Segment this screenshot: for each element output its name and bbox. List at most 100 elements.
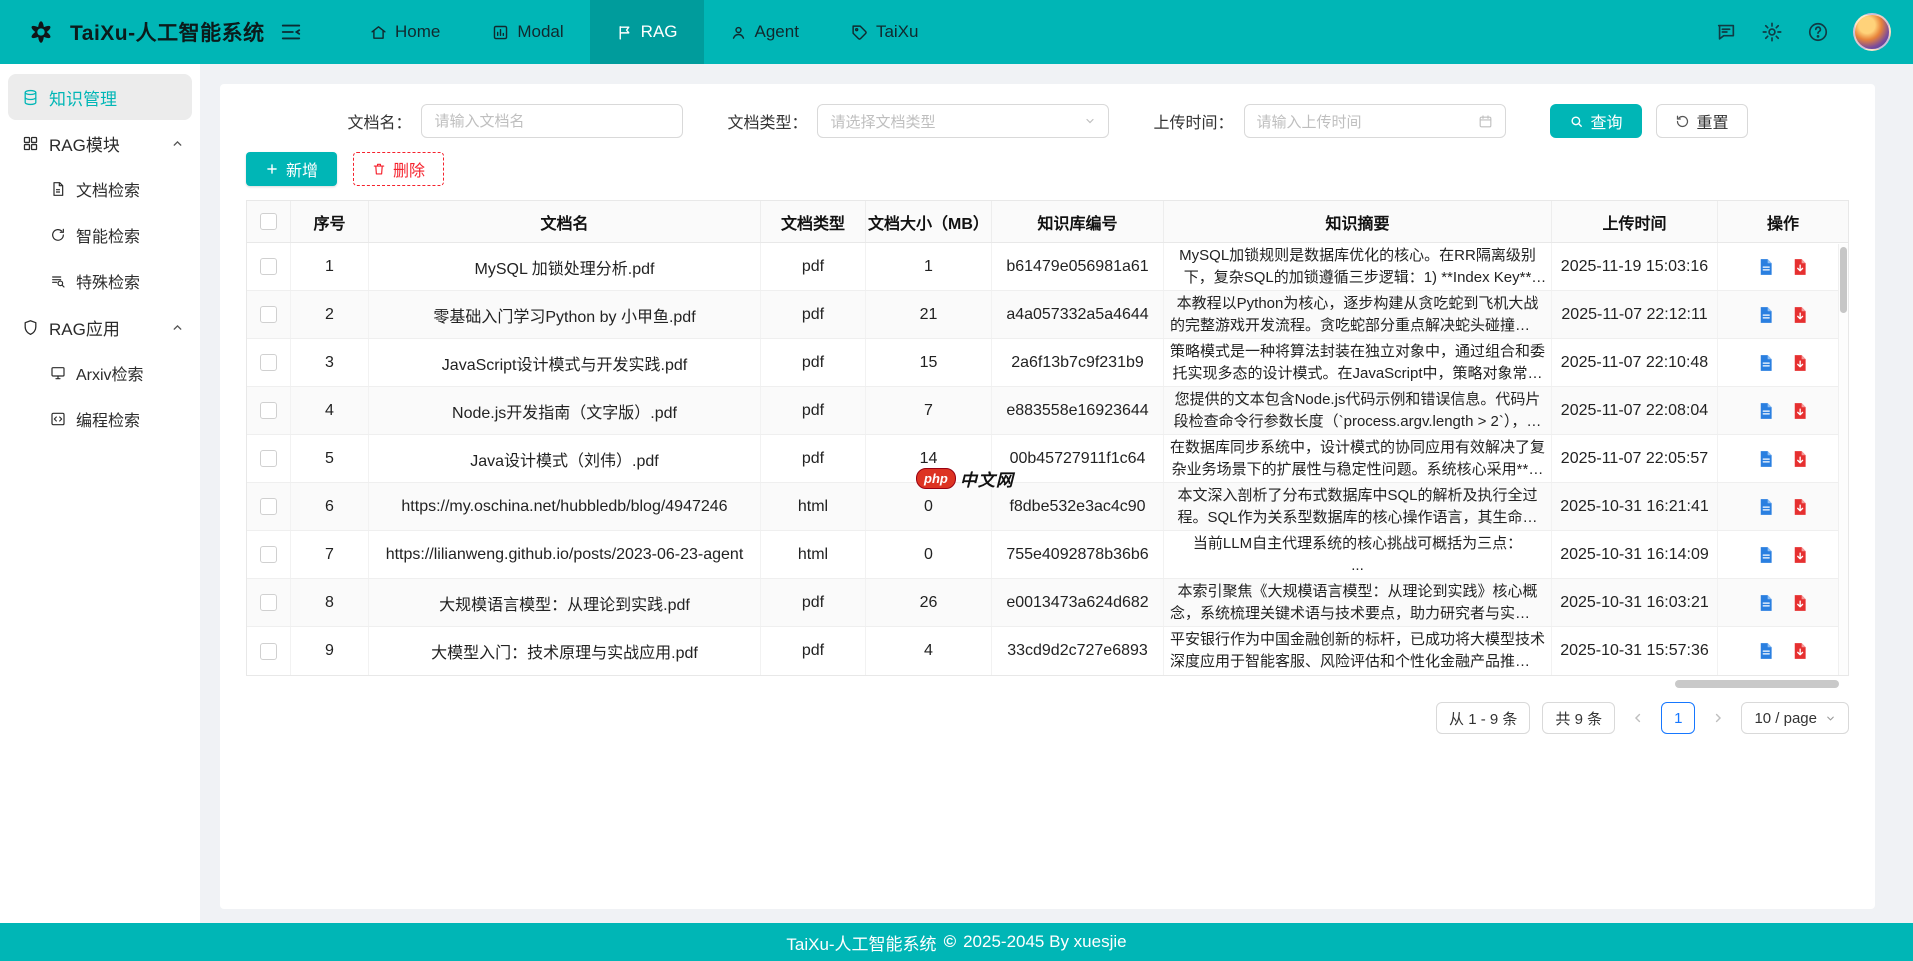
download-doc-icon[interactable] bbox=[1791, 498, 1809, 516]
plus-icon bbox=[265, 162, 279, 176]
cell-upload-time: 2025-10-31 16:14:09 bbox=[1552, 531, 1718, 578]
sidebar-item-arxiv-search[interactable]: Arxiv检索 bbox=[0, 350, 200, 396]
view-doc-icon[interactable] bbox=[1757, 354, 1775, 372]
delete-button[interactable]: 删除 bbox=[353, 152, 444, 186]
next-page-button[interactable] bbox=[1707, 711, 1729, 725]
row-checkbox[interactable] bbox=[260, 546, 277, 563]
row-checkbox[interactable] bbox=[260, 258, 277, 275]
row-checkbox-cell bbox=[247, 627, 291, 675]
download-doc-icon[interactable] bbox=[1791, 594, 1809, 612]
page-number-button[interactable]: 1 bbox=[1661, 702, 1695, 734]
chevron-up-icon bbox=[171, 321, 184, 334]
download-doc-icon[interactable] bbox=[1791, 642, 1809, 660]
cell-index: 5 bbox=[291, 435, 369, 482]
vertical-scrollbar[interactable] bbox=[1838, 244, 1848, 675]
sidebar-item-knowledge-management[interactable]: 知识管理 bbox=[8, 74, 192, 120]
refresh-icon bbox=[50, 227, 66, 243]
download-doc-icon[interactable] bbox=[1791, 354, 1809, 372]
doc-type-select[interactable]: 请选择文档类型 bbox=[817, 104, 1109, 138]
database-icon bbox=[22, 89, 39, 106]
upload-time-label: 上传时间： bbox=[1153, 109, 1233, 133]
view-doc-icon[interactable] bbox=[1757, 258, 1775, 276]
view-doc-icon[interactable] bbox=[1757, 450, 1775, 468]
table-row[interactable]: 9 大模型入门：技术原理与实战应用.pdf pdf 4 33cd9d2c727e… bbox=[247, 627, 1848, 675]
message-icon[interactable] bbox=[1715, 21, 1737, 43]
footer-brand: TaiXu-人工智能系统 bbox=[786, 930, 936, 955]
prev-page-button[interactable] bbox=[1627, 711, 1649, 725]
page-size-select[interactable]: 10 / page bbox=[1741, 702, 1849, 734]
download-doc-icon[interactable] bbox=[1791, 306, 1809, 324]
table-actions: 新增 删除 bbox=[246, 152, 1849, 186]
row-checkbox[interactable] bbox=[260, 306, 277, 323]
table-row[interactable]: 6 https://my.oschina.net/hubbledb/blog/4… bbox=[247, 483, 1848, 531]
nav-item-home[interactable]: Home bbox=[344, 0, 466, 64]
monitor-icon bbox=[50, 365, 66, 381]
nav-menu: Home Modal RAG Agent TaiXu bbox=[344, 0, 944, 64]
view-doc-icon[interactable] bbox=[1757, 402, 1775, 420]
cell-summary: 当前LLM自主代理系统的核心挑战可概括为三点： ... bbox=[1193, 533, 1522, 577]
cell-doc-size: 4 bbox=[866, 627, 992, 675]
table-row[interactable]: 4 Node.js开发指南（文字版）.pdf pdf 7 e883558e169… bbox=[247, 387, 1848, 435]
upload-time-input[interactable]: 请输入上传时间 bbox=[1244, 104, 1506, 138]
delete-button-label: 删除 bbox=[393, 157, 425, 181]
cell-upload-time: 2025-11-07 22:08:04 bbox=[1552, 387, 1718, 434]
sidebar-label: 文档检索 bbox=[76, 177, 140, 201]
cell-index: 2 bbox=[291, 291, 369, 338]
view-doc-icon[interactable] bbox=[1757, 594, 1775, 612]
table-row[interactable]: 8 大规模语言模型：从理论到实践.pdf pdf 26 e0013473a624… bbox=[247, 579, 1848, 627]
horizontal-scrollbar-thumb[interactable] bbox=[1675, 680, 1839, 688]
header-operations: 操作 bbox=[1718, 201, 1848, 242]
settings-gear-icon[interactable] bbox=[1761, 21, 1783, 43]
pagination-range: 从 1 - 9 条 bbox=[1436, 702, 1530, 734]
download-doc-icon[interactable] bbox=[1791, 546, 1809, 564]
cell-index: 7 bbox=[291, 531, 369, 578]
sidebar-item-doc-search[interactable]: 文档检索 bbox=[0, 166, 200, 212]
view-doc-icon[interactable] bbox=[1757, 546, 1775, 564]
row-checkbox[interactable] bbox=[260, 643, 277, 660]
upload-time-placeholder: 请输入上传时间 bbox=[1257, 111, 1362, 132]
view-doc-icon[interactable] bbox=[1757, 306, 1775, 324]
cell-kb-id: b61479e056981a61 bbox=[992, 243, 1164, 290]
sidebar-item-code-search[interactable]: 编程检索 bbox=[0, 396, 200, 442]
cell-summary: 您提供的文本包含Node.js代码示例和错误信息。代码片段检查命令行参数长度（`… bbox=[1170, 389, 1545, 433]
doc-name-input[interactable] bbox=[421, 104, 683, 138]
menu-collapse-icon[interactable] bbox=[280, 21, 302, 43]
table-row[interactable]: 5 Java设计模式（刘伟）.pdf pdf 14 00b45727911f1c… bbox=[247, 435, 1848, 483]
help-icon[interactable] bbox=[1807, 21, 1829, 43]
nav-item-modal[interactable]: Modal bbox=[466, 0, 589, 64]
row-checkbox[interactable] bbox=[260, 354, 277, 371]
download-doc-icon[interactable] bbox=[1791, 258, 1809, 276]
cell-summary-wrap: 本索引聚焦《大规模语言模型：从理论到实践》核心概念，系统梳理关键术语与技术要点，… bbox=[1164, 579, 1552, 626]
search-button[interactable]: 查询 bbox=[1550, 104, 1642, 138]
download-doc-icon[interactable] bbox=[1791, 450, 1809, 468]
table-header: 序号 文档名 文档类型 文档大小（MB） 知识库编号 知识摘要 上传时间 操作 bbox=[247, 201, 1848, 243]
cell-index: 3 bbox=[291, 339, 369, 386]
app-title: TaiXu-人工智能系统 bbox=[70, 17, 265, 47]
select-all-checkbox[interactable] bbox=[260, 213, 277, 230]
table-row[interactable]: 1 MySQL 加锁处理分析.pdf pdf 1 b61479e056981a6… bbox=[247, 243, 1848, 291]
cell-operations bbox=[1718, 339, 1848, 386]
table-row[interactable]: 3 JavaScript设计模式与开发实践.pdf pdf 15 2a6f13b… bbox=[247, 339, 1848, 387]
reset-button[interactable]: 重置 bbox=[1656, 104, 1748, 138]
sidebar-item-smart-search[interactable]: 智能检索 bbox=[0, 212, 200, 258]
table-row[interactable]: 2 零基础入门学习Python by 小甲鱼.pdf pdf 21 a4a057… bbox=[247, 291, 1848, 339]
download-doc-icon[interactable] bbox=[1791, 402, 1809, 420]
row-checkbox[interactable] bbox=[260, 450, 277, 467]
cell-doc-type: html bbox=[761, 483, 866, 530]
add-button[interactable]: 新增 bbox=[246, 152, 337, 186]
view-doc-icon[interactable] bbox=[1757, 498, 1775, 516]
nav-item-taixu[interactable]: TaiXu bbox=[825, 0, 945, 64]
nav-item-rag[interactable]: RAG bbox=[590, 0, 704, 64]
sidebar-group-rag-app[interactable]: RAG应用 bbox=[0, 304, 200, 350]
user-avatar[interactable] bbox=[1853, 13, 1891, 51]
row-checkbox[interactable] bbox=[260, 402, 277, 419]
view-doc-icon[interactable] bbox=[1757, 642, 1775, 660]
row-checkbox[interactable] bbox=[260, 498, 277, 515]
sidebar-group-rag-module[interactable]: RAG模块 bbox=[0, 120, 200, 166]
nav-item-agent[interactable]: Agent bbox=[704, 0, 825, 64]
row-checkbox[interactable] bbox=[260, 594, 277, 611]
sidebar-item-special-search[interactable]: 特殊检索 bbox=[0, 258, 200, 304]
table-row[interactable]: 7 https://lilianweng.github.io/posts/202… bbox=[247, 531, 1848, 579]
vertical-scrollbar-thumb[interactable] bbox=[1840, 247, 1847, 313]
chevron-down-icon bbox=[1084, 115, 1096, 127]
